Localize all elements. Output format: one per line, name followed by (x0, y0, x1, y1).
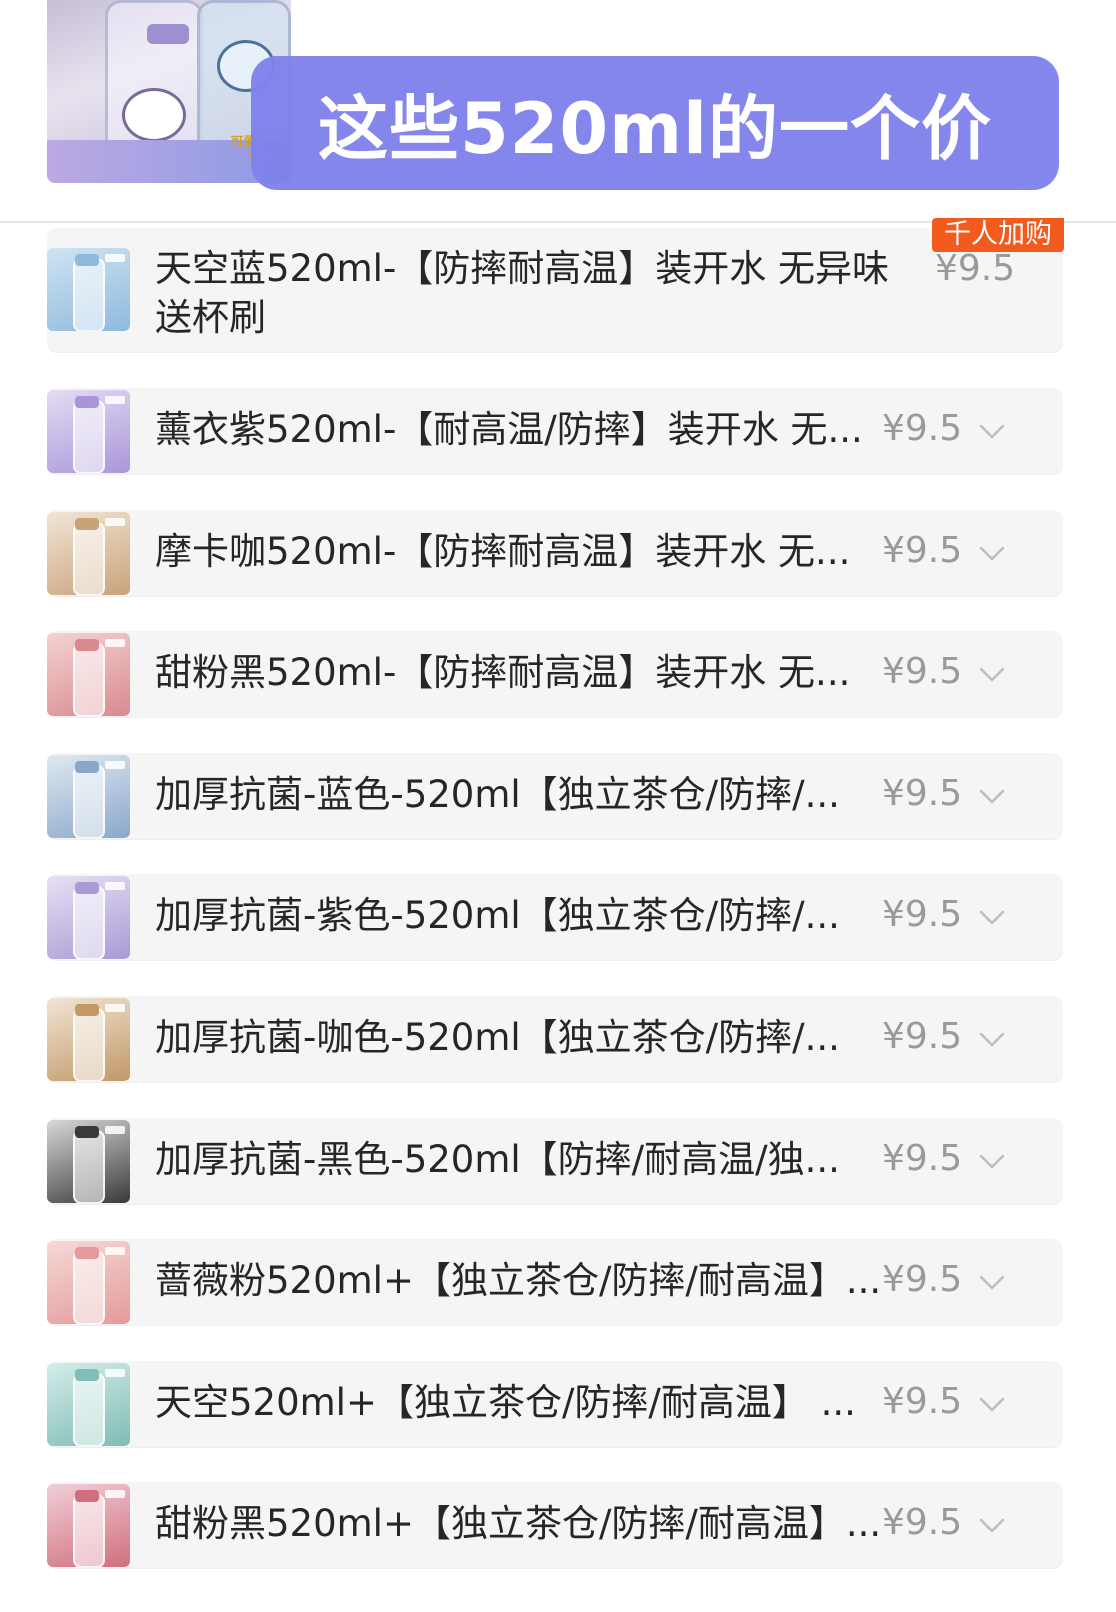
variant-price: ¥9.5 (935, 248, 1016, 289)
thumbnail-label-graphic (105, 882, 125, 891)
thumbnail-label-graphic (105, 1247, 125, 1256)
bottle-graphic (73, 521, 105, 595)
variant-thumbnail (47, 1484, 130, 1568)
bottle-cap-graphic (75, 1368, 99, 1381)
hot-badge: 千人加购 (932, 218, 1064, 252)
variant-thumbnail (47, 754, 130, 838)
thumbnail-label-graphic (105, 517, 125, 526)
variant-title: 摩卡咖520ml-【防摔耐高温】装开水 无... (155, 529, 851, 573)
banner-text: 这些520ml的一个价 (317, 87, 993, 170)
chevron-down-icon[interactable] (972, 533, 1012, 573)
variant-title: 加厚抗菌-紫色-520ml【独立茶仓/防摔/... (155, 894, 840, 938)
variant-price: ¥9.5 (882, 651, 963, 693)
bottle-graphic (73, 1129, 105, 1203)
variant-list-item[interactable]: 甜粉黑520ml+【独立茶仓/防摔/耐高温】... ¥9.5 (47, 1482, 1063, 1569)
thumbnail-label-graphic (105, 639, 125, 648)
variant-price: ¥9.5 (882, 1259, 963, 1301)
variant-thumbnail (47, 1362, 130, 1446)
thumbnail-label-graphic (105, 1004, 125, 1012)
thumbnail-label-graphic (105, 1368, 125, 1377)
variant-thumbnail (47, 876, 130, 960)
bottle-cap-graphic (147, 24, 189, 44)
overlay-caption-banner: 这些520ml的一个价 (251, 56, 1059, 190)
variant-thumbnail (47, 390, 130, 473)
variant-list-item[interactable]: 天空520ml+【独立茶仓/防摔/耐高温】 ... ¥9.5 (47, 1360, 1063, 1447)
variant-thumbnail (47, 248, 130, 331)
bottle-cap-graphic (75, 1004, 99, 1016)
chevron-down-icon[interactable] (972, 411, 1012, 451)
variant-list-item[interactable]: 摩卡咖520ml-【防摔耐高温】装开水 无... ¥9.5 (47, 509, 1063, 596)
bottle-cap-graphic (75, 882, 99, 895)
bottle-graphic (73, 1494, 105, 1568)
thumbnail-label-graphic (105, 1490, 125, 1499)
variant-title: 天空蓝520ml-【防摔耐高温】装开水 无异味送杯刷 (155, 247, 890, 339)
variant-thumbnail (47, 1119, 130, 1203)
variant-title: 蔷薇粉520ml+【独立茶仓/防摔/耐高温】... (155, 1259, 882, 1303)
header: 可爱印 仪式感拉 1 + 有货 这些520ml的一个价 (0, 0, 1116, 223)
variant-list-item[interactable]: 天空蓝520ml-【防摔耐高温】装开水 无异味送杯刷 ¥9.5 (47, 228, 1063, 352)
bottle-graphic (73, 258, 105, 331)
bottle-cap-graphic (75, 517, 99, 530)
bottle-cap-graphic (75, 254, 99, 266)
variant-list-item[interactable]: 加厚抗菌-蓝色-520ml【独立茶仓/防摔/... ¥9.5 (47, 752, 1063, 839)
chevron-down-icon[interactable] (972, 1141, 1012, 1181)
variant-thumbnail (47, 1241, 130, 1325)
variant-title: 甜粉黑520ml+【独立茶仓/防摔/耐高温】... (155, 1502, 882, 1546)
bottle-cap-graphic (75, 1490, 99, 1503)
variant-thumbnail (47, 511, 130, 595)
variant-list-item[interactable]: 加厚抗菌-黑色-520ml【防摔/耐高温/独... ¥9.5 (47, 1117, 1063, 1204)
variant-price: ¥9.5 (882, 408, 963, 449)
bottle-cap-graphic (75, 1125, 99, 1138)
variant-title: 加厚抗菌-黑色-520ml【防摔/耐高温/独... (155, 1137, 840, 1181)
variant-title: 加厚抗菌-咖色-520ml【独立茶仓/防摔/... (155, 1016, 840, 1059)
variant-price: ¥9.5 (882, 1016, 963, 1057)
chevron-down-icon[interactable] (972, 654, 1012, 694)
variant-title: 薰衣紫520ml-【耐高温/防摔】装开水 无... (155, 408, 863, 451)
variant-price: ¥9.5 (882, 529, 963, 571)
chevron-down-icon[interactable] (972, 897, 1012, 937)
bottle-cap-graphic (75, 639, 99, 652)
thumbnail-label-graphic (105, 1125, 125, 1134)
bottle-cap-graphic (75, 396, 99, 408)
variant-title: 加厚抗菌-蓝色-520ml【独立茶仓/防摔/... (155, 772, 840, 816)
variant-title: 天空520ml+【独立茶仓/防摔/耐高温】 ... (155, 1380, 856, 1424)
chevron-down-icon[interactable] (972, 1019, 1012, 1059)
chevron-down-icon[interactable] (972, 1505, 1012, 1545)
thumbnail-label-graphic (105, 760, 125, 769)
variant-list-item[interactable]: 加厚抗菌-咖色-520ml【独立茶仓/防摔/... ¥9.5 (47, 996, 1063, 1082)
variant-price: ¥9.5 (882, 1137, 963, 1179)
variant-title: 甜粉黑520ml-【防摔耐高温】装开水 无... (155, 651, 851, 695)
variant-price: ¥9.5 (882, 894, 963, 936)
variant-thumbnail (47, 998, 130, 1081)
bottle-graphic (73, 400, 105, 473)
bottle-cap-graphic (75, 1247, 99, 1260)
chevron-down-icon[interactable] (972, 776, 1012, 816)
variant-list-item[interactable]: 薰衣紫520ml-【耐高温/防摔】装开水 无... ¥9.5 (47, 388, 1063, 474)
variant-price: ¥9.5 (882, 772, 963, 814)
bottle-graphic (73, 643, 105, 717)
variant-list-item[interactable]: 蔷薇粉520ml+【独立茶仓/防摔/耐高温】... ¥9.5 (47, 1239, 1063, 1326)
variant-list-item[interactable]: 甜粉黑520ml-【防摔耐高温】装开水 无... ¥9.5 (47, 631, 1063, 718)
bottle-graphic (73, 1008, 105, 1081)
thumbnail-label-graphic (105, 254, 125, 262)
thumbnail-label-graphic (105, 396, 125, 404)
variant-price: ¥9.5 (882, 1502, 963, 1544)
bottle-graphic (73, 1251, 105, 1325)
bottle-cap-graphic (75, 760, 99, 773)
variant-thumbnail (47, 633, 130, 717)
bottle-graphic (73, 1372, 105, 1446)
bottle-graphic (73, 886, 105, 960)
chevron-down-icon[interactable] (972, 1384, 1012, 1424)
bear-graphic (122, 88, 186, 142)
chevron-down-icon[interactable] (972, 1262, 1012, 1302)
bottle-graphic (73, 764, 105, 838)
variant-price: ¥9.5 (882, 1380, 963, 1422)
variant-list-item[interactable]: 加厚抗菌-紫色-520ml【独立茶仓/防摔/... ¥9.5 (47, 874, 1063, 961)
